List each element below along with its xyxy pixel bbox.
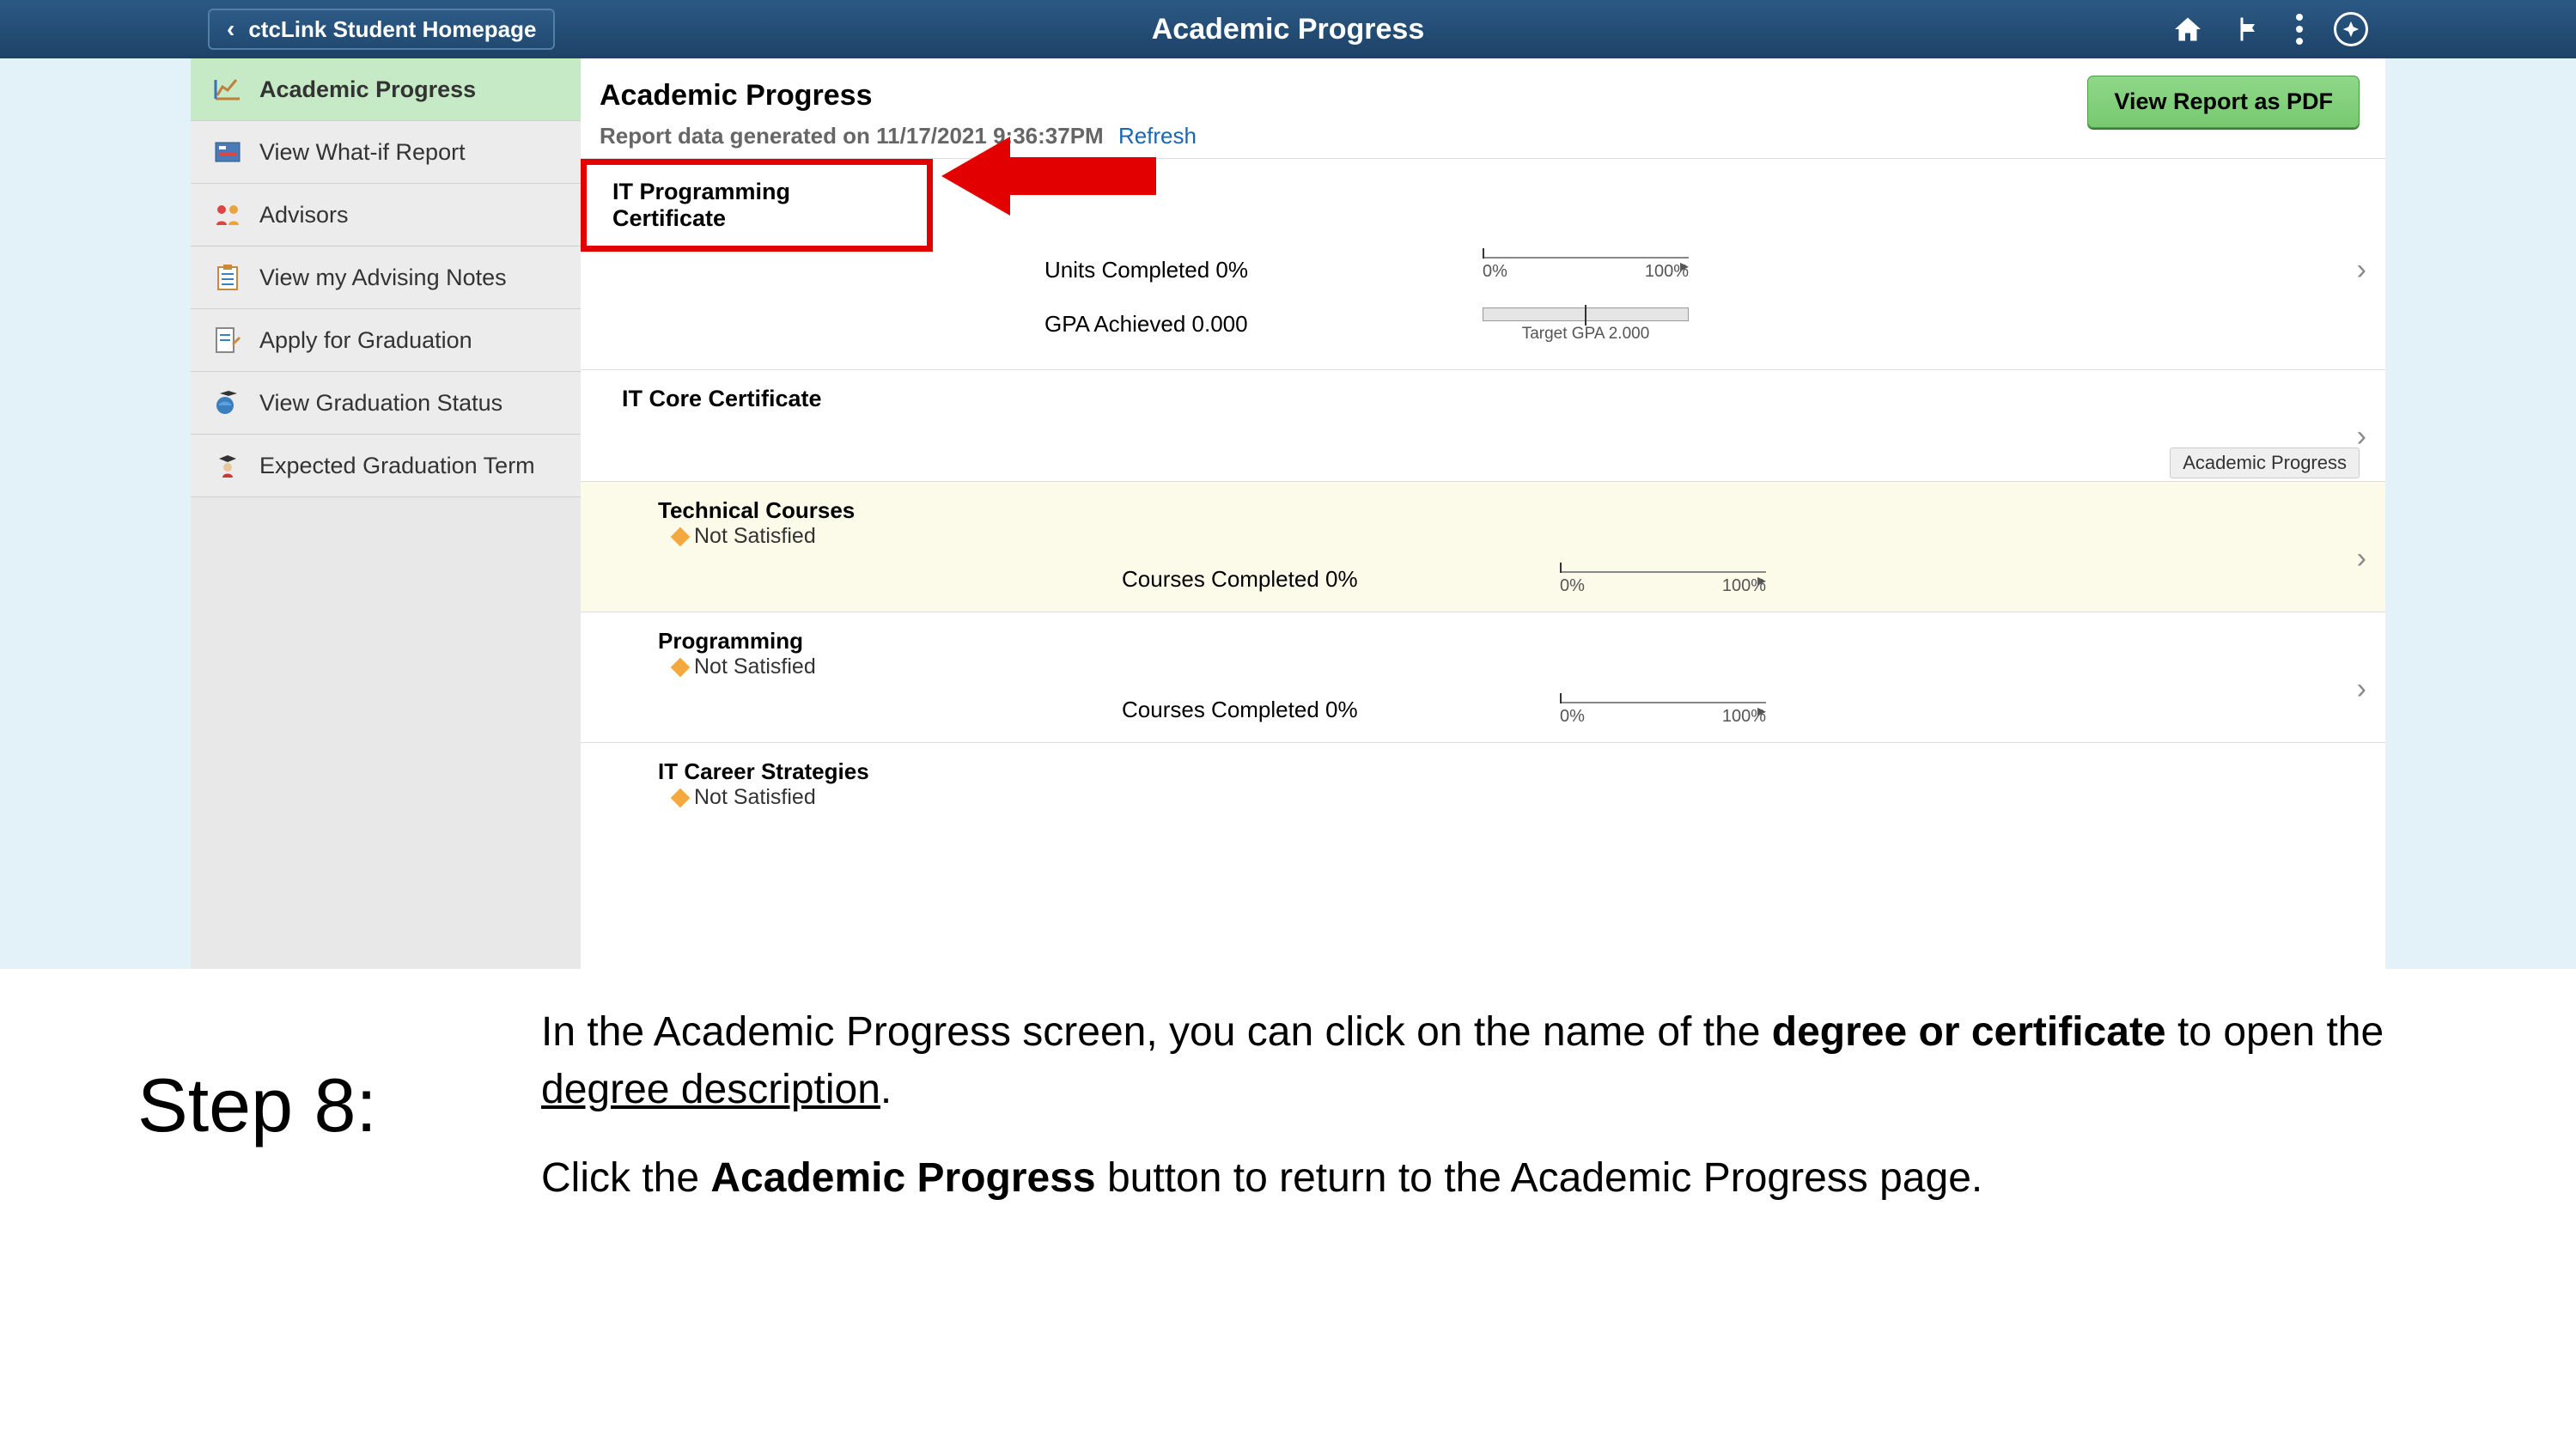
step-label: Step 8: bbox=[137, 1052, 507, 1158]
units-completed-label: Units Completed 0% bbox=[1044, 257, 1483, 283]
chevron-right-icon[interactable]: › bbox=[2357, 253, 2366, 287]
courses-bar: ▸ bbox=[1560, 571, 1766, 573]
chart-icon bbox=[211, 76, 244, 103]
chevron-right-icon[interactable]: › bbox=[2357, 673, 2366, 706]
not-satisfied-label: Not Satisfied bbox=[694, 654, 816, 679]
gpa-bar bbox=[1483, 307, 1689, 321]
courses-completed-label: Courses Completed 0% bbox=[1122, 554, 1560, 593]
report-icon bbox=[211, 138, 244, 166]
sidebar-item-advising-notes[interactable]: View my Advising Notes bbox=[191, 247, 581, 309]
red-arrow-annotation bbox=[941, 152, 1156, 200]
refresh-link[interactable]: Refresh bbox=[1118, 123, 1197, 149]
sidebar-item-whatif[interactable]: View What-if Report bbox=[191, 121, 581, 184]
more-icon[interactable] bbox=[2296, 14, 2303, 45]
diamond-icon bbox=[671, 527, 691, 546]
programming-title[interactable]: Programming bbox=[658, 628, 1122, 654]
diamond-icon bbox=[671, 657, 691, 677]
graduate-icon bbox=[211, 452, 244, 479]
technical-courses-title[interactable]: Technical Courses bbox=[658, 497, 1122, 524]
main-content: Academic Progress View Report as PDF Rep… bbox=[581, 58, 2385, 969]
pct-0: 0% bbox=[1483, 262, 1507, 282]
sidebar-item-grad-status[interactable]: View Graduation Status bbox=[191, 372, 581, 435]
back-label: ctcLink Student Homepage bbox=[248, 16, 536, 43]
it-career-title[interactable]: IT Career Strategies bbox=[658, 758, 1122, 785]
globe-cap-icon bbox=[211, 389, 244, 417]
courses-completed-label: Courses Completed 0% bbox=[1122, 685, 1560, 723]
document-pencil-icon bbox=[211, 326, 244, 354]
instruction-text: In the Academic Progress screen, you can… bbox=[541, 1003, 2439, 1208]
courses-bar: ▸ bbox=[1560, 702, 1766, 703]
home-icon[interactable] bbox=[2172, 14, 2203, 45]
sidebar-item-label: View What-if Report bbox=[259, 139, 466, 166]
report-prefix: Report data generated on bbox=[600, 123, 876, 149]
chevron-left-icon: ‹ bbox=[227, 15, 234, 43]
certificate-title-link[interactable]: IT Programming Certificate bbox=[587, 165, 927, 246]
compass-icon[interactable] bbox=[2334, 12, 2368, 46]
pct-0: 0% bbox=[1560, 576, 1585, 596]
view-pdf-button[interactable]: View Report as PDF bbox=[2087, 76, 2360, 128]
tooltip: Academic Progress bbox=[2170, 447, 2360, 478]
sidebar-item-label: Academic Progress bbox=[259, 76, 476, 103]
units-bar: ▸ bbox=[1483, 257, 1689, 259]
sidebar: Academic Progress View What-if Report Ad… bbox=[191, 58, 581, 969]
gpa-target: Target GPA 2.000 bbox=[1483, 325, 1689, 344]
pct-0: 0% bbox=[1560, 707, 1585, 727]
clipboard-icon bbox=[211, 264, 244, 291]
it-core-title[interactable]: IT Core Certificate bbox=[622, 386, 1086, 412]
sidebar-item-label: View Graduation Status bbox=[259, 390, 502, 417]
page-title: Academic Progress bbox=[1152, 13, 1425, 46]
flag-icon[interactable] bbox=[2234, 14, 2265, 45]
sidebar-item-expected-grad[interactable]: Expected Graduation Term bbox=[191, 435, 581, 497]
sidebar-item-advisors[interactable]: Advisors bbox=[191, 184, 581, 247]
chevron-right-icon[interactable]: › bbox=[2357, 542, 2366, 575]
gpa-label: GPA Achieved 0.000 bbox=[1044, 289, 1483, 338]
back-button[interactable]: ‹ ctcLink Student Homepage bbox=[208, 9, 555, 50]
sidebar-item-label: Expected Graduation Term bbox=[259, 453, 535, 479]
sidebar-item-label: Apply for Graduation bbox=[259, 327, 472, 354]
sidebar-item-academic-progress[interactable]: Academic Progress bbox=[191, 58, 581, 121]
sidebar-item-label: View my Advising Notes bbox=[259, 265, 507, 291]
people-icon bbox=[211, 201, 244, 228]
not-satisfied-label: Not Satisfied bbox=[694, 785, 816, 810]
diamond-icon bbox=[671, 788, 691, 807]
sidebar-item-label: Advisors bbox=[259, 202, 349, 228]
not-satisfied-label: Not Satisfied bbox=[694, 524, 816, 549]
sidebar-item-apply-grad[interactable]: Apply for Graduation bbox=[191, 309, 581, 372]
